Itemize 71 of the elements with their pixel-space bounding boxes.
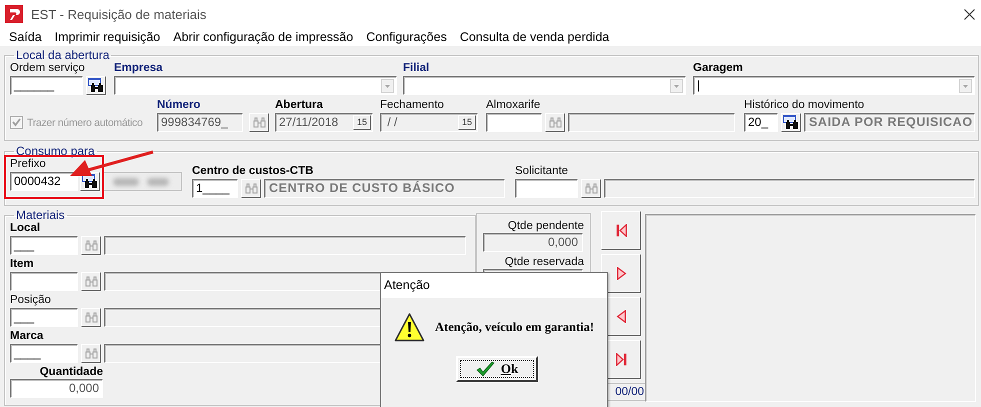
- nav-button[interactable]: [601, 254, 641, 293]
- field-label: Filial: [403, 62, 430, 75]
- dialog-message: Atenção, veículo em garantia!: [435, 320, 594, 335]
- description-field: 0,000: [483, 233, 583, 252]
- description-field: SAIDA POR REQUISICAO: [804, 113, 975, 132]
- field-label: Abertura: [275, 99, 323, 112]
- dropdown-field[interactable]: |: [693, 76, 975, 95]
- binoculars-icon: [84, 240, 98, 251]
- first-record-icon: [616, 224, 626, 237]
- binoculars-icon: [84, 348, 98, 359]
- close-icon[interactable]: [964, 8, 975, 20]
- field-label: Centro de custos-CTB: [192, 165, 314, 178]
- menu-item[interactable]: Imprimir requisição: [54, 30, 160, 44]
- input-field[interactable]: ___: [10, 308, 78, 327]
- field-label: Empresa: [114, 62, 163, 75]
- input-field[interactable]: [10, 272, 78, 291]
- field-label: Fechamento: [380, 99, 444, 112]
- field-label: Prefixo: [10, 158, 46, 171]
- binoculars-icon: [584, 183, 598, 194]
- input-field[interactable]: 20_: [744, 113, 778, 132]
- dropdown-field[interactable]: [114, 76, 397, 95]
- input-field[interactable]: [515, 179, 578, 198]
- field-label: Marca: [10, 330, 44, 343]
- input-field[interactable]: 0000432: [10, 172, 78, 191]
- nav-button[interactable]: [601, 211, 641, 250]
- binoculars-icon: [783, 115, 799, 130]
- menu-item[interactable]: Consulta de venda perdida: [460, 30, 610, 44]
- search-button[interactable]: [86, 76, 106, 95]
- menu-item[interactable]: Configurações: [366, 30, 447, 44]
- field-label: Local: [10, 222, 40, 235]
- field-label: Quantidade: [40, 366, 103, 379]
- input-field[interactable]: [486, 113, 542, 132]
- last-record-icon: [616, 353, 626, 366]
- field-label: Solicitante: [515, 165, 568, 178]
- dialog-title: Atenção: [381, 273, 607, 298]
- field-label: Posição: [10, 294, 51, 307]
- group-title: Local da abertura: [15, 48, 110, 62]
- field-label: Histórico do movimento: [744, 99, 864, 112]
- input-field[interactable]: ___: [10, 236, 78, 255]
- binoculars-icon: [84, 312, 98, 323]
- checkmark-icon: [476, 361, 495, 377]
- binoculars-icon: [244, 183, 258, 194]
- field-label: Qtde reservada: [504, 256, 584, 269]
- menu-item[interactable]: Abrir configuração de impressão: [173, 30, 354, 44]
- field-label: Qtde pendente: [508, 220, 584, 233]
- search-button[interactable]: [781, 113, 801, 132]
- binoculars-icon: [88, 78, 104, 93]
- quantity-field[interactable]: 0,000: [10, 379, 103, 398]
- previous-record-icon: [616, 310, 626, 323]
- binoculars-icon: [84, 276, 98, 287]
- dropdown-field[interactable]: [403, 76, 686, 95]
- window-title: EST - Requisição de materiais: [31, 6, 206, 22]
- ok-button[interactable]: Ok: [456, 356, 538, 382]
- next-record-icon: [616, 267, 626, 280]
- input-field[interactable]: ____: [10, 344, 78, 363]
- group-title: Consumo para: [15, 144, 96, 158]
- binoculars-icon: [252, 117, 266, 128]
- field-label: Ordem serviço: [10, 62, 85, 75]
- input-field[interactable]: 1____: [192, 179, 238, 198]
- field-label: Garagem: [693, 62, 743, 75]
- group-title: Materiais: [15, 208, 66, 222]
- app-logo-icon: [5, 5, 23, 23]
- warning-icon: [394, 312, 425, 343]
- menu-item[interactable]: Saída: [9, 30, 42, 44]
- field-label: Almoxarife: [486, 99, 540, 112]
- binoculars-icon: [548, 117, 562, 128]
- field-label: Número: [157, 99, 200, 112]
- input-field[interactable]: ______: [10, 76, 83, 95]
- description-field: CENTRO DE CUSTO BÁSICO: [264, 179, 505, 198]
- checkbox-label: Trazer número automático: [27, 116, 143, 128]
- field-label: Item: [10, 258, 34, 271]
